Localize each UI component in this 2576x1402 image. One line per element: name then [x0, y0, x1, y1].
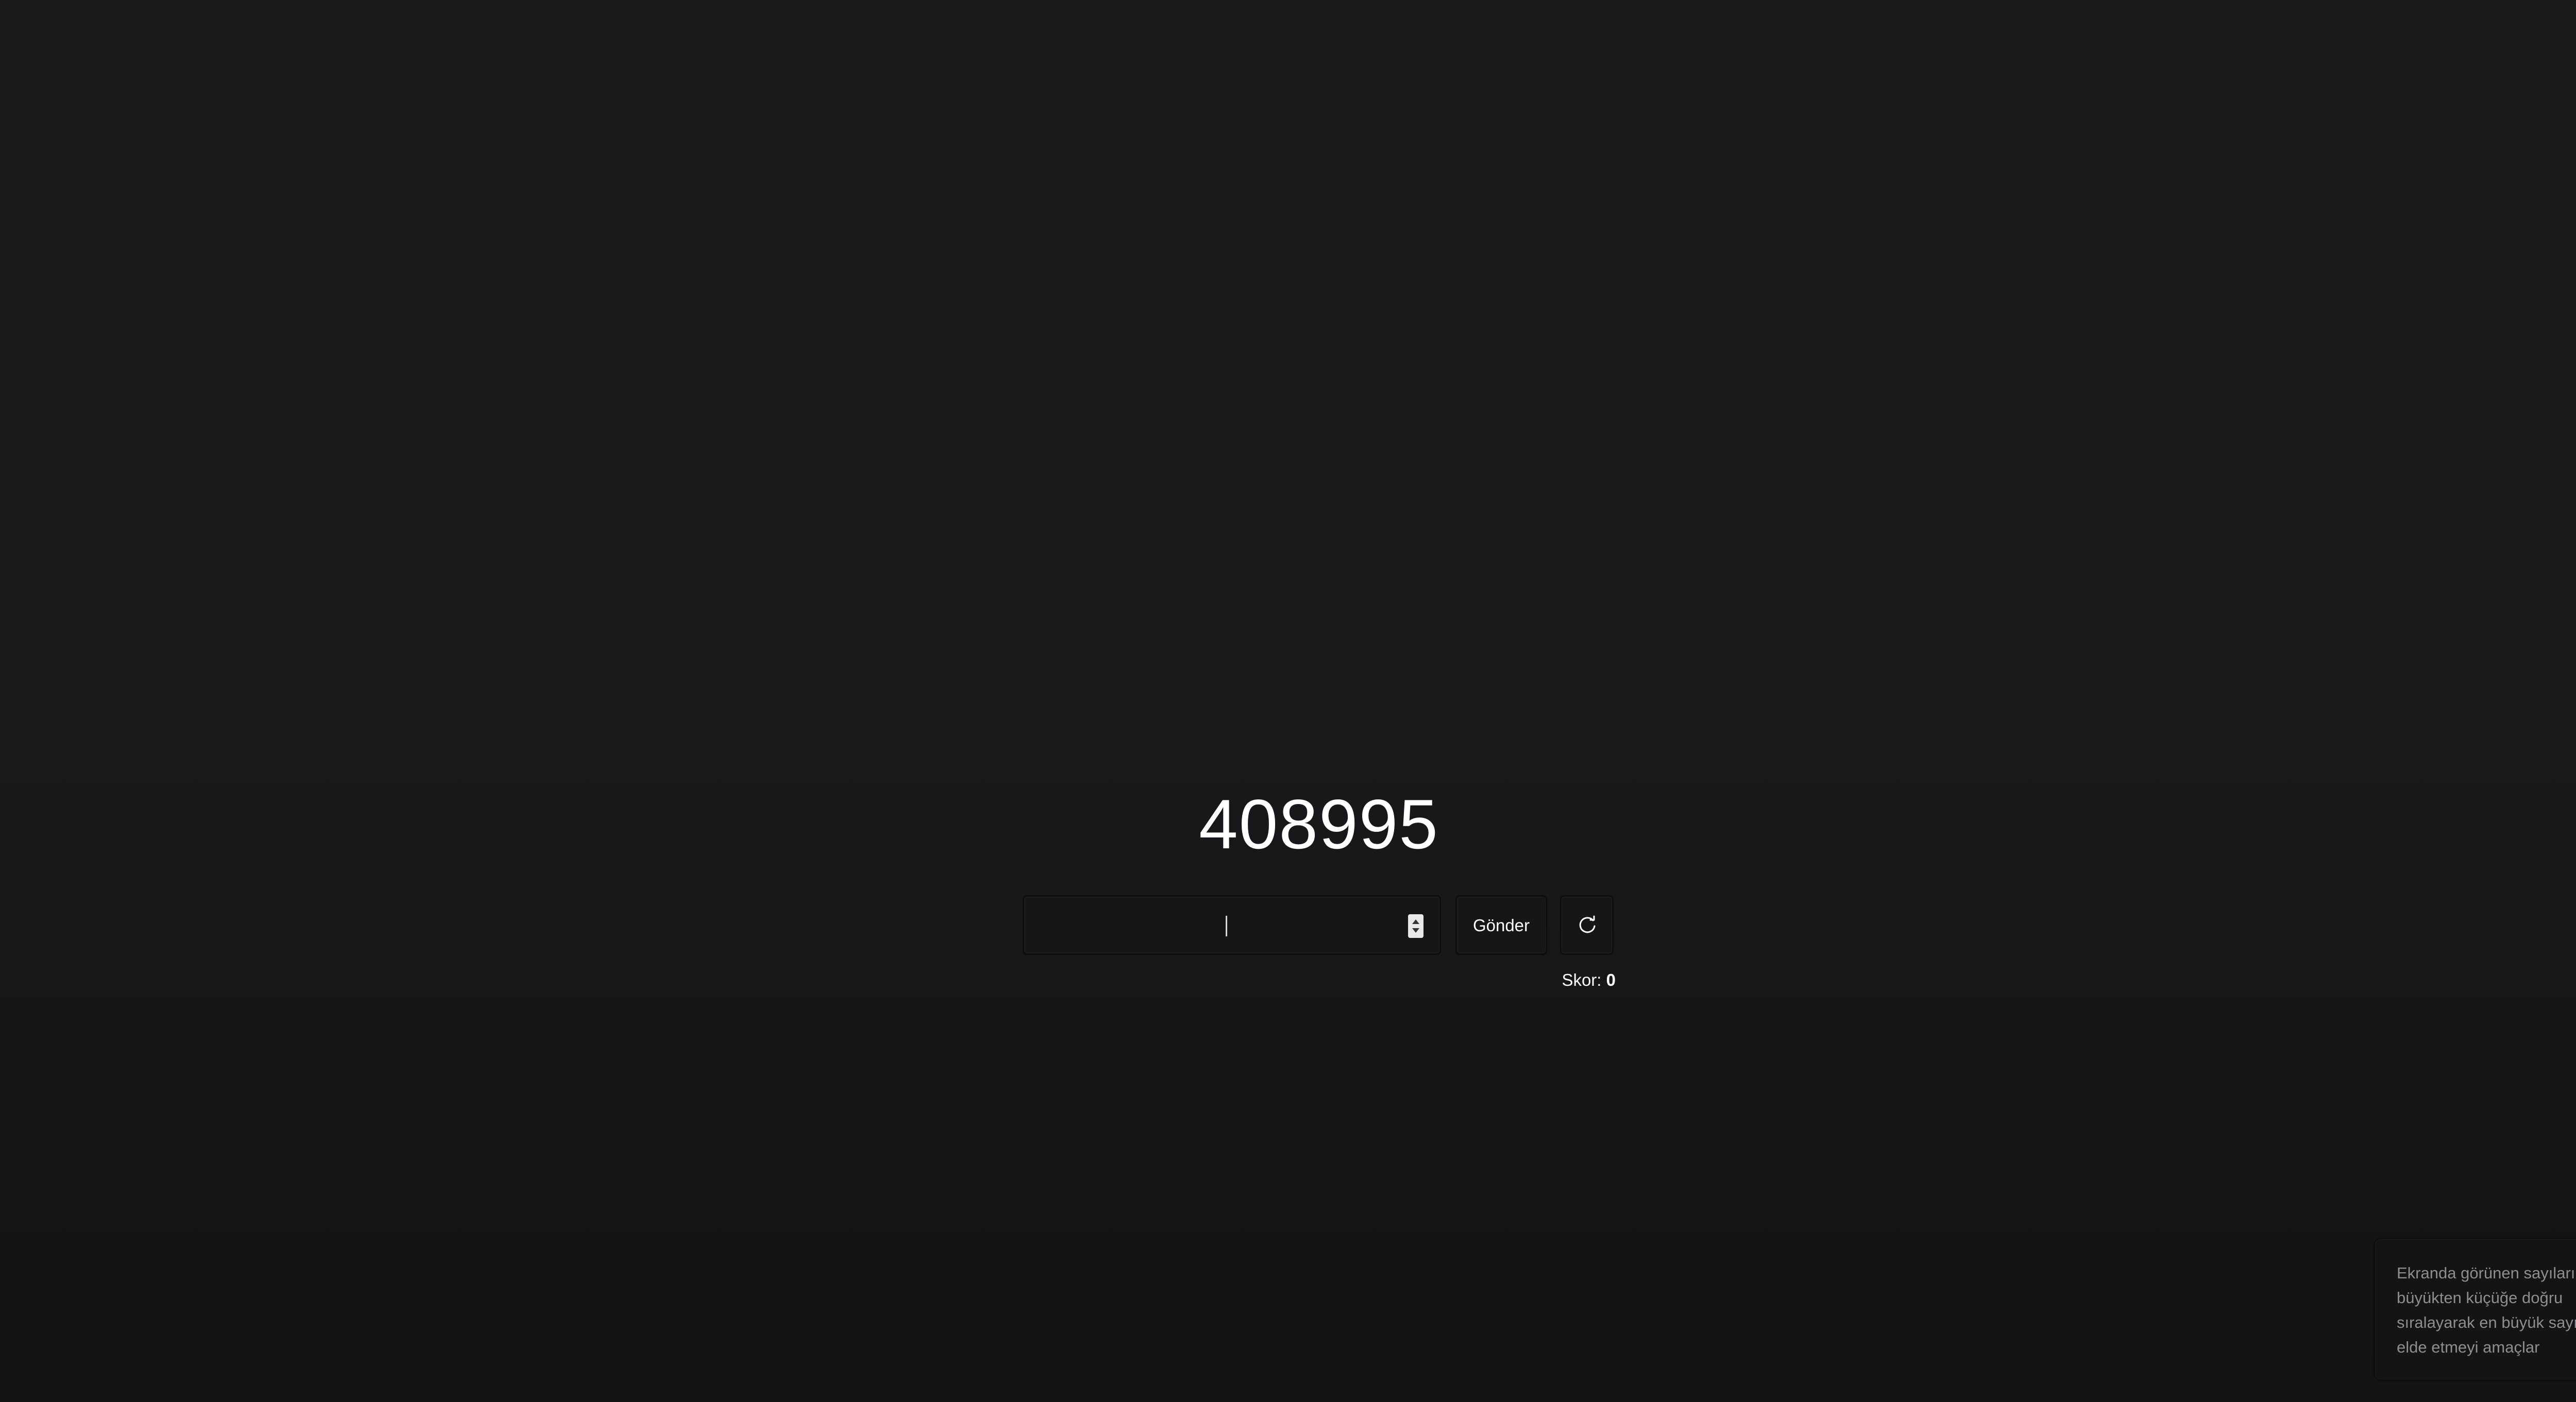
score-value: 0	[1606, 970, 1616, 989]
score: Skor: 0	[1546, 969, 1616, 991]
hint-text: Ekranda görünen sayıları büyükten küçüğe…	[2397, 1264, 2576, 1356]
stepper-up-icon[interactable]	[1412, 919, 1419, 924]
text-caret	[1226, 916, 1227, 936]
hint-box: Ekranda görünen sayıları büyükten küçüğe…	[2374, 1238, 2576, 1381]
number-stepper[interactable]	[1408, 914, 1423, 938]
target-number: 408995	[1199, 785, 1439, 863]
answer-input-wrap	[1023, 895, 1442, 955]
reset-button[interactable]	[1560, 895, 1614, 955]
refresh-icon	[1579, 915, 1596, 933]
game-area: 408995 Gönder Skor: 0 Ekranda görünen sa…	[0, 0, 2576, 1402]
submit-button[interactable]: Gönder	[1455, 895, 1547, 955]
score-label: Skor:	[1562, 970, 1602, 989]
stepper-down-icon[interactable]	[1412, 928, 1419, 933]
answer-input[interactable]	[1024, 897, 1442, 954]
